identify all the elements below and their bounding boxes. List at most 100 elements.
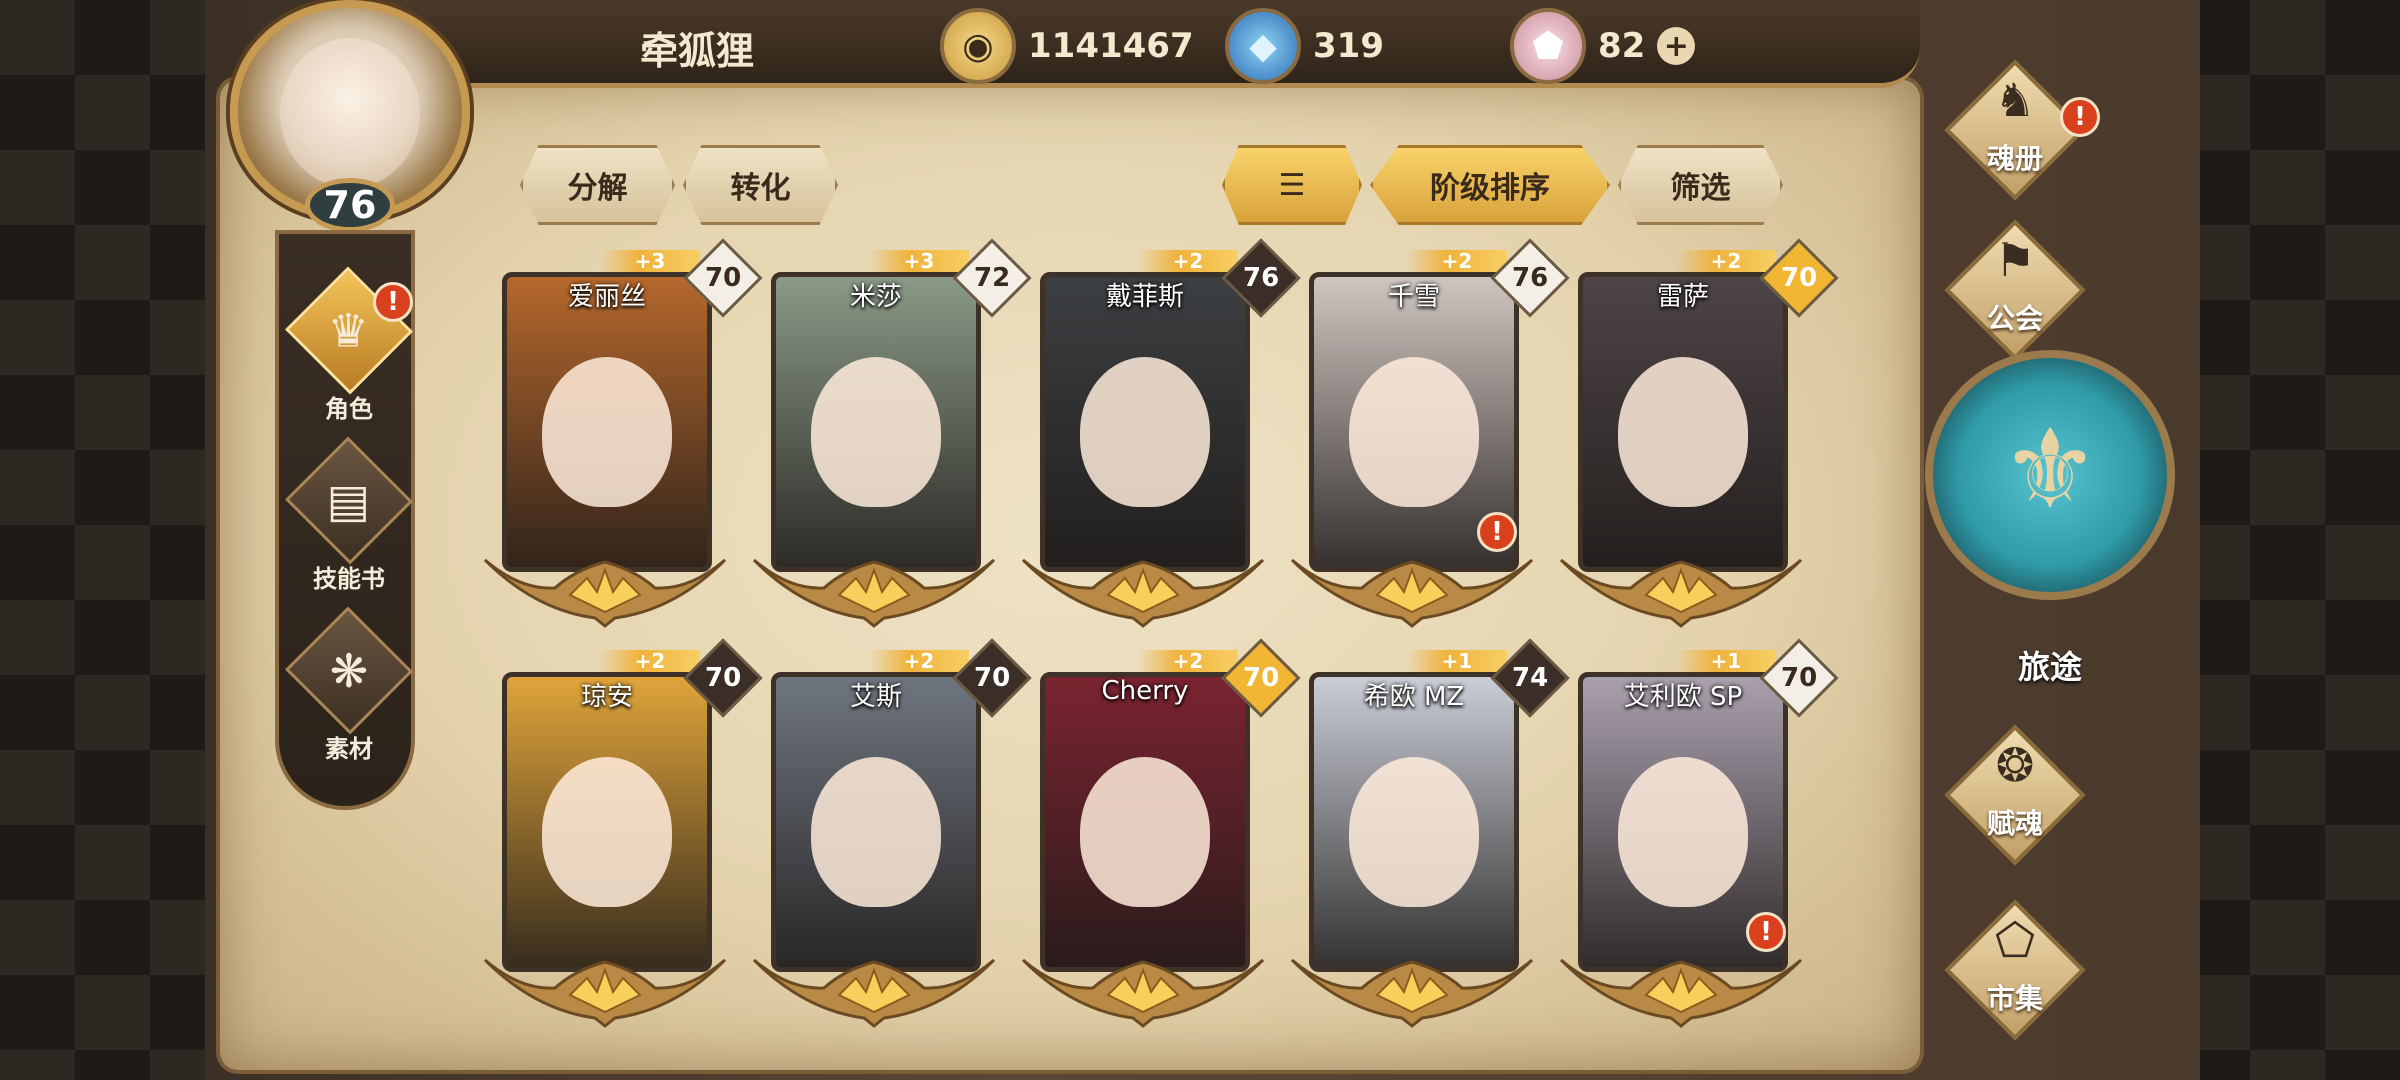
hero-card[interactable]: 琼安 +2 70 — [480, 638, 763, 1028]
gold-coin-icon: ◉ — [940, 8, 1016, 84]
winged-crest-icon — [483, 558, 727, 628]
winged-crest-icon — [1290, 958, 1534, 1028]
player-avatar[interactable]: 76 — [210, 0, 490, 240]
winged-crest-icon — [1021, 558, 1265, 628]
hero-card[interactable]: 希欧 MZ +1 74 — [1287, 638, 1570, 1028]
hero-card[interactable]: 艾斯 +2 70 — [749, 638, 1032, 1028]
hero-face — [1618, 757, 1748, 907]
hero-portrait — [502, 672, 712, 972]
left-category-nav: ♛ 角色 ! ▤ 技能书 ❋ 素材 — [275, 230, 415, 810]
hero-face — [1080, 357, 1210, 507]
winged-crest-icon — [483, 958, 727, 1028]
convert-button[interactable]: 转化 — [683, 145, 838, 225]
hero-portrait — [1040, 672, 1250, 972]
sort-lines-icon: ☰ — [1278, 167, 1306, 203]
sort-by-rank-button[interactable]: 阶级排序 — [1370, 145, 1610, 225]
pink-gem-icon: ⬟ — [1510, 8, 1586, 84]
hero-rank-value: 70 — [704, 663, 742, 693]
hero-face — [811, 357, 941, 507]
hero-plus-level: +3 — [600, 250, 700, 272]
alert-icon: ! — [1477, 512, 1517, 552]
winged-crest-icon — [752, 558, 996, 628]
nav-item-skillbook[interactable]: ▤ 技能书 — [279, 434, 419, 594]
alert-icon: ! — [1746, 912, 1786, 952]
flame-swirl-icon: ❂ — [1995, 738, 2035, 792]
hero-portrait — [1309, 672, 1519, 972]
add-gem-button[interactable]: + — [1657, 27, 1696, 65]
hero-card[interactable]: 米莎 +3 72 — [749, 238, 1032, 628]
hero-portrait — [1578, 272, 1788, 572]
hero-name: 艾斯 — [849, 682, 902, 712]
hero-card[interactable]: 艾利欧 SP +1 70! — [1556, 638, 1839, 1028]
hero-face — [542, 357, 672, 507]
sort-order-button[interactable]: ☰ — [1222, 145, 1362, 225]
guild-button[interactable]: ⚑ 公会 — [1915, 215, 2115, 365]
player-name: 牵狐狸 — [640, 29, 755, 73]
hero-rank-value: 70 — [1242, 663, 1280, 693]
hero-rank-value: 72 — [973, 263, 1011, 293]
hero-name: 千雪 — [1387, 282, 1440, 312]
hero-rank-value: 70 — [973, 663, 1011, 693]
hero-card[interactable]: Cherry +2 70 — [1018, 638, 1301, 1028]
winged-crest-icon — [752, 958, 996, 1028]
winged-crest-icon — [1290, 558, 1534, 628]
character-helm-icon: ♛ — [328, 303, 370, 358]
hero-face — [1618, 357, 1748, 507]
hero-portrait — [771, 672, 981, 972]
hero-name: 戴菲斯 — [1105, 282, 1184, 312]
hero-plus-level: +2 — [1676, 250, 1776, 272]
hero-face — [1080, 757, 1210, 907]
winged-crest-icon — [1559, 958, 1803, 1028]
currency-crystal: ◆ 319 — [1225, 8, 1384, 84]
hero-name: 希欧 MZ — [1363, 682, 1465, 712]
journey-button[interactable]: ⚜ 旅途 — [1925, 350, 2175, 686]
hero-name: 爱丽丝 — [567, 282, 646, 312]
journey-compass-icon: ⚜ — [2000, 405, 2100, 533]
hero-face — [1349, 757, 1479, 907]
guild-banner-icon: ⚑ — [1994, 233, 2036, 287]
hero-portrait — [1040, 272, 1250, 572]
nav-diamond: ❋ — [285, 606, 413, 735]
hero-rank-value: 70 — [1780, 263, 1818, 293]
soul-grant-button[interactable]: ❂ 赋魂 — [1915, 720, 2115, 870]
hero-portrait — [771, 272, 981, 572]
gem-value: 82 — [1598, 26, 1646, 66]
crystal-value: 319 — [1313, 26, 1384, 66]
hero-plus-level: +2 — [1138, 650, 1238, 672]
hero-rank-value: 70 — [704, 263, 742, 293]
hero-card[interactable]: 千雪 +2 76! — [1287, 238, 1570, 628]
soul-book-button[interactable]: ♞ 魂册 ! — [1915, 55, 2115, 205]
hero-name: 琼安 — [580, 682, 633, 712]
hero-name: 雷萨 — [1656, 282, 1709, 312]
gold-value: 1141467 — [1028, 26, 1194, 66]
filter-button[interactable]: 筛选 — [1618, 145, 1783, 225]
hero-rank-value: 70 — [1780, 663, 1818, 693]
currency-gold: ◉ 1141467 — [940, 8, 1194, 84]
soul-grant-label: 赋魂 — [1986, 807, 2043, 840]
hero-face — [811, 757, 941, 907]
hero-card[interactable]: 爱丽丝 +3 70 — [480, 238, 763, 628]
gem-market-icon: ⬠ — [1995, 913, 2035, 967]
hero-card[interactable]: 戴菲斯 +2 76 — [1018, 238, 1301, 628]
guild-label: 公会 — [1986, 302, 2043, 335]
hero-name: Cherry — [1101, 676, 1189, 706]
blue-crystal-icon: ◆ — [1225, 8, 1301, 84]
hero-name: 艾利欧 SP — [1623, 682, 1743, 712]
hero-rank-value: 74 — [1511, 663, 1549, 693]
decompose-button[interactable]: 分解 — [520, 145, 675, 225]
alert-icon: ! — [373, 282, 413, 322]
hero-plus-level: +2 — [1407, 250, 1507, 272]
hero-plus-level: +1 — [1407, 650, 1507, 672]
hero-name: 米莎 — [849, 282, 902, 312]
hero-portrait — [502, 272, 712, 572]
hero-plus-level: +1 — [1676, 650, 1776, 672]
market-button[interactable]: ⬠ 市集 — [1915, 895, 2115, 1045]
hero-face — [542, 757, 672, 907]
soul-book-label: 魂册 — [1986, 142, 2043, 175]
nav-item-material[interactable]: ❋ 素材 — [279, 604, 419, 764]
player-level-badge: 76 — [305, 178, 395, 232]
nav-diamond: ▤ — [285, 436, 413, 565]
hero-plus-level: +2 — [1138, 250, 1238, 272]
winged-crest-icon — [1559, 558, 1803, 628]
hero-card[interactable]: 雷萨 +2 70 — [1556, 238, 1839, 628]
